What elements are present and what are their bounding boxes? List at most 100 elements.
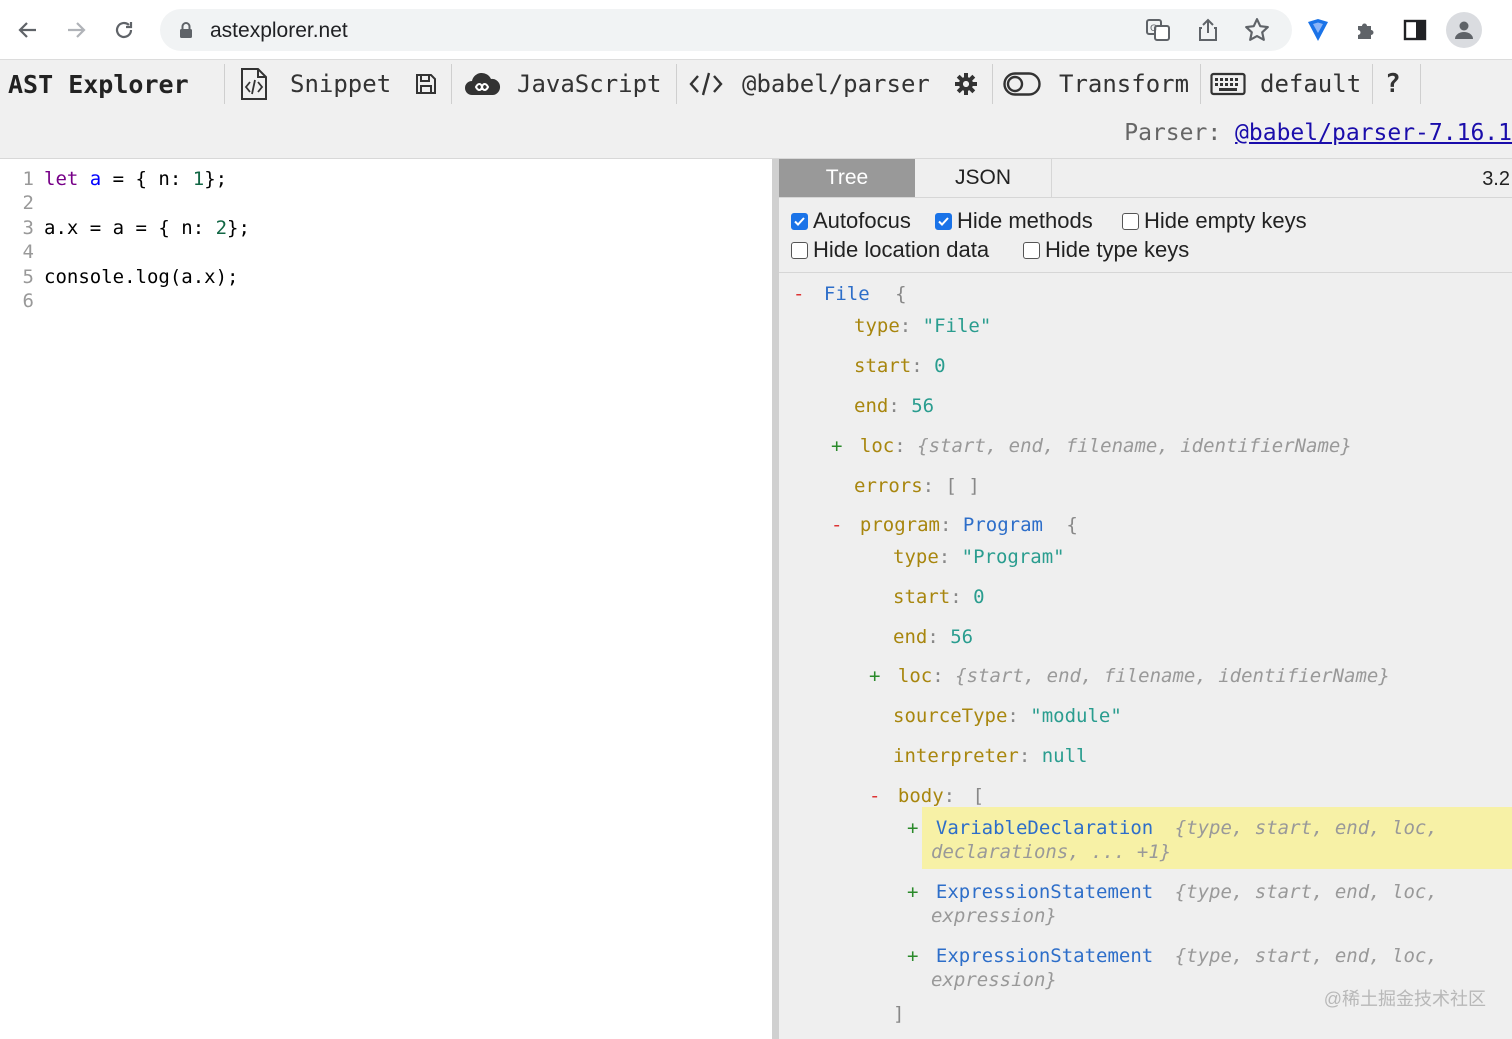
prop-summary: expression}: [931, 969, 1057, 991]
translate-icon[interactable]: G: [1145, 17, 1171, 48]
toolbar-divider: [992, 64, 993, 104]
tree-property-loc[interactable]: + loc: {start, end, filename, identifier…: [831, 435, 1352, 457]
parser-version-link[interactable]: @babel/parser-7.16.1: [1235, 120, 1512, 146]
keymap-label: default: [1260, 70, 1362, 98]
parser-menu[interactable]: @babel/parser: [688, 60, 930, 108]
tree-node-body[interactable]: - body: [: [869, 785, 984, 807]
expand-toggle[interactable]: +: [907, 881, 918, 903]
puzzle-icon[interactable]: [1350, 14, 1382, 46]
tree-node-expression-statement[interactable]: + ExpressionStatement {type, start, end,…: [907, 945, 1438, 967]
hide-type-keys-option[interactable]: Hide type keys: [1023, 237, 1189, 263]
tree-node-file[interactable]: - File {: [793, 283, 907, 305]
collapse-toggle[interactable]: -: [869, 785, 880, 807]
language-menu[interactable]: JavaScript: [463, 60, 662, 108]
prop-key: type: [893, 546, 939, 568]
expand-toggle[interactable]: +: [831, 435, 842, 457]
code-token: a: [89, 168, 102, 190]
reload-icon[interactable]: [108, 14, 140, 46]
output-tabs: Tree JSON 3.2: [779, 159, 1512, 198]
hide-empty-keys-option[interactable]: Hide empty keys: [1122, 208, 1307, 234]
checkbox-unchecked-icon[interactable]: [1122, 212, 1139, 230]
checkbox-unchecked-icon[interactable]: [791, 241, 808, 259]
hide-methods-option[interactable]: Hide methods: [935, 208, 1093, 234]
save-icon[interactable]: [414, 60, 438, 108]
prop-key[interactable]: program: [860, 514, 940, 536]
gear-icon[interactable]: [954, 60, 978, 108]
snippet-menu[interactable]: Snippet: [238, 60, 391, 108]
app-toolbar: AST Explorer Snippet JavaScript @babel/p…: [0, 60, 1512, 159]
hide-location-data-option[interactable]: Hide location data: [791, 237, 989, 263]
checkbox-checked-icon[interactable]: [935, 212, 952, 230]
colon: :: [1007, 705, 1031, 727]
prop-key: start: [854, 355, 912, 377]
forward-arrow-icon[interactable]: [60, 14, 92, 46]
prop-key: interpreter: [893, 745, 1019, 767]
code-token: 1: [192, 168, 205, 190]
tree-node-expression-statement[interactable]: + ExpressionStatement {type, start, end,…: [907, 881, 1438, 903]
colon: :: [938, 546, 962, 568]
address-bar[interactable]: astexplorer.net G: [160, 9, 1292, 51]
tab-json[interactable]: JSON: [915, 159, 1052, 197]
star-icon[interactable]: [1244, 17, 1270, 48]
toolbar-divider: [1200, 64, 1201, 104]
prop-summary: {start, end, filename, identifierName}: [917, 435, 1352, 457]
toolbar-divider: [224, 64, 225, 104]
prop-key[interactable]: loc: [860, 435, 894, 457]
tab-tree[interactable]: Tree: [779, 159, 915, 197]
node-type[interactable]: File: [824, 283, 870, 305]
prop-value: null: [1041, 745, 1088, 767]
tree-node-program[interactable]: - program: Program {: [831, 514, 1078, 536]
parse-time: 3.2: [1482, 168, 1510, 190]
url-text: astexplorer.net: [210, 19, 348, 42]
line-number: 6: [22, 290, 34, 312]
tree-summary-continuation: expression}: [931, 969, 1057, 991]
language-label: JavaScript: [517, 70, 662, 98]
tree-property: start: 0: [854, 355, 946, 377]
tree-property: end: 56: [854, 395, 934, 417]
tree-property-loc[interactable]: + loc: {start, end, filename, identifier…: [869, 665, 1390, 687]
sidebar-icon[interactable]: [1399, 14, 1431, 46]
tree-node-variable-declaration[interactable]: + VariableDeclaration {type, start, end,…: [907, 817, 1438, 839]
prop-value: 0: [973, 586, 985, 608]
tree-property: type: "Program": [893, 546, 1065, 568]
prop-value: "File": [922, 315, 992, 337]
expand-toggle[interactable]: +: [907, 945, 918, 967]
transform-toggle[interactable]: Transform: [1003, 60, 1189, 108]
code-line: 3 a.x = a = { n: 2};: [0, 217, 250, 241]
app-logo[interactable]: AST Explorer: [8, 60, 189, 108]
expand-toggle[interactable]: +: [907, 817, 918, 839]
profile-icon[interactable]: [1446, 12, 1482, 48]
prop-key: type: [854, 315, 900, 337]
colon: :: [911, 355, 935, 377]
prop-summary: {type, start, end, loc,: [1174, 945, 1438, 967]
code-line: 2: [0, 192, 44, 216]
keymap-menu[interactable]: default: [1210, 60, 1361, 108]
node-type[interactable]: ExpressionStatement: [936, 945, 1153, 967]
share-icon[interactable]: [1196, 17, 1220, 48]
prop-key[interactable]: body: [898, 785, 944, 807]
toolbar-divider: [1420, 64, 1421, 104]
keyboard-icon: [1210, 72, 1246, 96]
tree-property: type: "File": [854, 315, 991, 337]
option-label: Autofocus: [813, 208, 911, 233]
autofocus-option[interactable]: Autofocus: [791, 208, 911, 234]
collapse-toggle[interactable]: -: [793, 283, 804, 305]
checkbox-checked-icon[interactable]: [791, 212, 808, 230]
prop-key[interactable]: loc: [898, 665, 932, 687]
node-type[interactable]: Program: [963, 514, 1043, 536]
node-type[interactable]: ExpressionStatement: [936, 881, 1153, 903]
back-arrow-icon[interactable]: [12, 14, 44, 46]
tree-property: start: 0: [893, 586, 985, 608]
help-button[interactable]: ?: [1385, 60, 1401, 108]
prop-key: end: [893, 626, 928, 648]
expand-toggle[interactable]: +: [869, 665, 880, 687]
extension-shield-icon[interactable]: [1302, 14, 1334, 46]
pane-splitter[interactable]: [772, 159, 779, 1039]
colon: :: [950, 586, 974, 608]
tree-property: end: 56: [893, 626, 973, 648]
checkbox-unchecked-icon[interactable]: [1023, 241, 1040, 259]
code-editor[interactable]: 1 let a = { n: 1}; 2 3 a.x = a = { n: 2}; …: [0, 159, 772, 1039]
collapse-toggle[interactable]: -: [831, 514, 842, 536]
node-type[interactable]: VariableDeclaration: [936, 817, 1153, 839]
prop-value: "Program": [961, 546, 1065, 568]
